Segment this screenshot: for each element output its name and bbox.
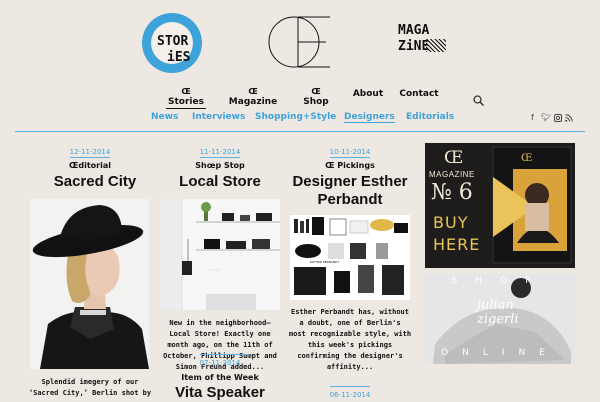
date-underline (330, 157, 370, 158)
post-excerpt: Splendid imegery of our ‘Sacred City,’ B… (25, 377, 155, 399)
excerpt-line: ‘Sacred City,’ Berlin shot by (28, 389, 152, 397)
nav-stories-label: Stories (166, 96, 206, 109)
post-date: 07-11-2014 (199, 359, 241, 367)
post-kicker: Œditorial (69, 161, 111, 170)
excerpt-line: New in the neighborhood— (169, 319, 271, 327)
excerpt-line: most recognizable style, with (288, 330, 412, 338)
instagram-icon[interactable] (554, 114, 562, 122)
magazine-ad-cta-2: HERE (433, 235, 481, 254)
post-kicker: Œ Pickings (325, 161, 375, 170)
subnav-interviews[interactable]: Interviews (192, 112, 245, 122)
header-divider (15, 131, 585, 132)
post-image-pickings[interactable]: ESTHER PERBANDT (290, 215, 410, 300)
nav-contact-label: Contact (399, 89, 439, 99)
shop-ad-brand-1: julian (477, 298, 514, 313)
excerpt-line: Splendid imegery of our (41, 378, 139, 386)
excerpt-line: a doubt, one of Berlin's (299, 319, 401, 327)
shop-ad-banner[interactable]: SHOP julian zigerli ONLINE (425, 274, 575, 364)
date-overline (200, 354, 250, 355)
subnav-shopping-style[interactable]: Shopping+Style (255, 112, 336, 122)
post-date: 06-11-2014 (329, 391, 371, 399)
nav-shop-symbol: Œ (311, 87, 321, 96)
twitter-icon[interactable]: 🐦︎ (541, 113, 551, 122)
post-title[interactable]: Local Store (145, 173, 295, 191)
nav-about[interactable]: About (350, 88, 386, 100)
post-image-local-store[interactable] (160, 199, 280, 310)
nav-contact[interactable]: Contact (398, 88, 440, 100)
nav-stories-symbol: Œ (181, 87, 191, 96)
stories-logo-inner: STOR iES (151, 22, 193, 65)
store-interior-illustration (160, 199, 280, 310)
shop-ad-top: SHOP (451, 276, 549, 286)
excerpt-line: affinity... (326, 363, 374, 371)
magazine-ad-cta-1: BUY (433, 213, 469, 232)
magazine-logo-pattern (426, 39, 446, 52)
magazine-ad-issue: № 6 (431, 180, 473, 205)
post-image-sacred-city[interactable] (30, 199, 149, 369)
post-date: 12-11-2014 (69, 148, 111, 156)
stories-logo-text-2: iES (167, 50, 191, 65)
shop-ad-bottom: ONLINE (441, 348, 559, 358)
post-date: 10-11-2014 (329, 148, 371, 156)
magazine-logo-text-1: MAGA (398, 23, 430, 38)
subnav-designers[interactable]: Designers (344, 112, 395, 123)
facebook-icon[interactable]: f (531, 113, 534, 122)
magazine-logo[interactable]: MAGA ZiNE (398, 23, 450, 65)
stories-logo[interactable]: STOR iES (142, 13, 202, 73)
excerpt-line: this week's pickings (307, 341, 393, 349)
excerpt-line: Local Store! Exactly one (169, 330, 271, 338)
portrait-illustration (30, 199, 149, 369)
rss-icon[interactable] (565, 114, 573, 122)
subnav-editorials[interactable]: Editorials (406, 112, 454, 122)
date-underline (70, 157, 110, 158)
nav-shop-label: Shop (303, 97, 329, 107)
shop-ad-brand-2: zigerli (477, 312, 519, 327)
nav-stories[interactable]: Œ Stories (166, 88, 206, 109)
excerpt-line: confirming the designer's (297, 352, 403, 360)
nav-magazine-label: Magazine (228, 97, 278, 107)
magazine-ad-logo: Œ (444, 148, 464, 168)
nav-shop[interactable]: Œ Shop (300, 88, 332, 108)
post-title[interactable]: Designer Esther (275, 173, 425, 191)
magazine-logo-text-2: ZiNE (398, 39, 430, 54)
subnav-news[interactable]: News (151, 112, 178, 122)
post-title-line-2[interactable]: Perbandt (275, 191, 425, 209)
nav-magazine-symbol: Œ (248, 87, 258, 96)
product-collage-illustration: ESTHER PERBANDT (290, 215, 410, 300)
magazine-ad-banner[interactable]: Œ Œ MAGAZINE № 6 BUY HERE (425, 143, 575, 268)
post-date: 11-11-2014 (199, 148, 241, 156)
search-icon[interactable] (473, 95, 484, 106)
svg-text:Œ: Œ (521, 153, 532, 164)
date-overline (330, 386, 370, 387)
magazine-ad-word: MAGAZINE (429, 170, 475, 179)
nav-magazine[interactable]: Œ Magazine (228, 88, 278, 108)
pickings-label: ESTHER PERBANDT (310, 260, 339, 264)
post-excerpt: Esther Perbandt has, without a doubt, on… (285, 307, 415, 373)
date-underline (200, 157, 240, 158)
oe-logo[interactable] (268, 15, 332, 69)
stories-logo-text-1: STOR (157, 34, 189, 49)
post-title[interactable]: Vita Speaker (145, 384, 295, 402)
nav-about-label: About (352, 89, 384, 99)
excerpt-line: Esther Perbandt has, without (290, 308, 409, 316)
post-kicker: Item of the Week (181, 373, 259, 382)
excerpt-line: month ago, on the 11th of (167, 341, 273, 349)
post-kicker: Shœp Stop (195, 161, 245, 170)
